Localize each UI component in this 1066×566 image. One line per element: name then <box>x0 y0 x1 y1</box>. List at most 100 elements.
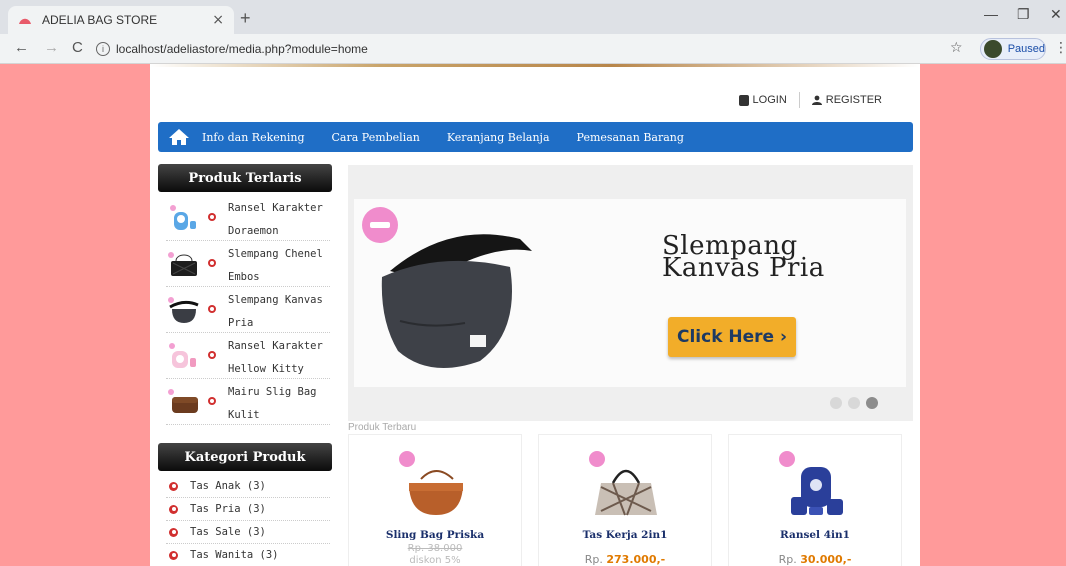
category-heading: Kategori Produk <box>158 443 332 471</box>
tas-kerja-image <box>595 469 657 516</box>
back-icon[interactable]: ← <box>14 39 29 56</box>
product-card[interactable]: Sling Bag Priska Rp. 38.000 diskon 5% <box>348 434 522 566</box>
price-value: 30.000,- <box>800 553 852 566</box>
leather-bag-thumbnail <box>168 389 198 413</box>
hero-slider[interactable]: Slempang Kanvas Pria Click Here › <box>348 165 913 421</box>
bullet-icon <box>208 305 216 313</box>
slider-dot-active[interactable] <box>866 397 878 409</box>
product-name: Slempang Chenel <box>228 248 323 260</box>
product-name: Slempang Kanvas <box>228 294 323 306</box>
price-prefix: Rp. <box>778 553 801 566</box>
reload-icon[interactable]: C <box>72 39 83 56</box>
bullet-icon <box>208 213 216 221</box>
login-link[interactable]: LOGIN <box>753 94 787 106</box>
product-price: Rp. 30.000,- <box>729 553 901 566</box>
new-tab-button[interactable]: + <box>240 8 251 29</box>
slider-dot[interactable] <box>830 397 842 409</box>
category-item[interactable]: Tas Wanita (3) <box>166 544 330 566</box>
home-icon[interactable] <box>168 128 190 146</box>
user-icon <box>811 95 822 105</box>
category-label: Tas Wanita (3) <box>190 549 279 561</box>
close-window-icon[interactable]: ✕ <box>1050 6 1062 23</box>
auth-links: LOGIN REGISTER <box>738 92 882 108</box>
slide: Slempang Kanvas Pria Click Here › <box>354 199 906 387</box>
paused-label: Paused <box>1007 43 1045 55</box>
main-nav: Info dan Rekening Cara Pembelian Keranja… <box>158 122 913 152</box>
browser-menu-icon[interactable]: ⋮ <box>1054 40 1066 56</box>
sling-bag-thumbnail <box>168 297 199 323</box>
ransel-4in1-image <box>791 467 843 515</box>
product-name[interactable]: Tas Kerja 2in1 <box>539 529 711 541</box>
best-seller-item[interactable]: Slempang Chenel Embos <box>166 241 330 287</box>
slider-dots <box>830 397 884 409</box>
product-name: Embos <box>228 271 260 283</box>
bullet-icon <box>169 504 178 514</box>
bookmark-star-icon[interactable]: ☆ <box>950 40 963 56</box>
best-seller-heading: Produk Terlaris <box>158 164 332 192</box>
click-here-button[interactable]: Click Here › <box>668 317 796 357</box>
browser-tab-bar: ADELIA BAG STORE × + — ❐ ✕ <box>0 0 1066 34</box>
nav-pemesanan-barang[interactable]: Pemesanan Barang <box>577 131 684 144</box>
category-item[interactable]: Tas Pria (3) <box>166 498 330 521</box>
product-name: Mairu Slig Bag <box>228 386 317 398</box>
product-name[interactable]: Sling Bag Priska <box>349 529 521 541</box>
lock-icon <box>738 94 749 106</box>
best-seller-item[interactable]: Slempang Kanvas Pria <box>166 287 330 333</box>
tab-close-icon[interactable]: × <box>212 12 224 28</box>
category-item[interactable]: Tas Sale (3) <box>166 521 330 544</box>
nav-cara-pembelian[interactable]: Cara Pembelian <box>332 131 420 144</box>
backpack-thumbnail <box>170 205 196 230</box>
product-card[interactable]: Ransel 4in1 Rp. 30.000,- <box>728 434 902 566</box>
category-label: Tas Anak (3) <box>190 480 266 492</box>
product-name: Kulit <box>228 409 260 421</box>
bullet-icon <box>169 550 178 560</box>
bag-thumbnail <box>168 252 197 276</box>
bullet-icon <box>208 397 216 405</box>
bullet-icon <box>208 351 216 359</box>
tab-title: ADELIA BAG STORE <box>42 13 158 27</box>
store-page: LOGIN REGISTER Info dan Rekening Cara Pe… <box>150 64 920 566</box>
best-seller-item[interactable]: Ransel Karakter Doraemon <box>166 195 330 241</box>
old-price: Rp. 38.000 <box>407 543 463 554</box>
maximize-icon[interactable]: ❐ <box>1017 6 1030 23</box>
product-card[interactable]: Tas Kerja 2in1 Rp. 273.000,- <box>538 434 712 566</box>
sling-bag-priska-image <box>409 470 463 515</box>
bullet-icon <box>208 259 216 267</box>
register-link[interactable]: REGISTER <box>826 94 882 106</box>
sling-bag-product-image <box>381 234 532 369</box>
category-item[interactable]: Tas Anak (3) <box>166 475 330 498</box>
profile-paused-button[interactable]: Paused <box>980 38 1046 60</box>
site-info-icon[interactable]: i <box>96 42 110 56</box>
product-name[interactable]: Ransel 4in1 <box>729 529 901 541</box>
url-field[interactable]: i localhost/adeliastore/media.php?module… <box>96 38 970 60</box>
browser-tab[interactable]: ADELIA BAG STORE × <box>8 6 234 34</box>
price-value: 273.000,- <box>606 553 666 566</box>
price-prefix: Rp. <box>584 553 607 566</box>
best-seller-item[interactable]: Mairu Slig Bag Kulit <box>166 379 330 425</box>
bullet-icon <box>169 481 178 491</box>
category-label: Tas Pria (3) <box>190 503 266 515</box>
product-name: Pria <box>228 317 254 329</box>
store-favicon-icon <box>18 15 32 25</box>
best-seller-item[interactable]: Ransel Karakter Hellow Kitty <box>166 333 330 379</box>
product-price: Rp. 273.000,- <box>539 553 711 566</box>
product-name: Ransel Karakter <box>228 340 323 352</box>
latest-products-label: Produk Terbaru <box>348 422 417 433</box>
address-bar: ← → C i localhost/adeliastore/media.php?… <box>0 34 1066 64</box>
kitty-backpack-thumbnail <box>169 343 196 368</box>
slide-title: Slempang Kanvas Pria <box>662 233 825 283</box>
forward-icon[interactable]: → <box>44 39 59 56</box>
discount-label: diskon 5% <box>409 555 461 566</box>
minimize-icon[interactable]: — <box>984 6 998 22</box>
slider-dot[interactable] <box>848 397 860 409</box>
product-name: Doraemon <box>228 225 279 237</box>
bullet-icon <box>169 527 178 537</box>
url-text: localhost/adeliastore/media.php?module=h… <box>116 42 368 56</box>
slide-title-line: Kanvas Pria <box>662 253 825 283</box>
avatar <box>984 40 1002 58</box>
product-name: Hellow Kitty <box>228 363 304 375</box>
nav-info-rekening[interactable]: Info dan Rekening <box>202 131 305 144</box>
auth-divider <box>798 92 800 108</box>
nav-keranjang-belanja[interactable]: Keranjang Belanja <box>447 131 550 144</box>
header-banner-strip <box>150 64 920 67</box>
